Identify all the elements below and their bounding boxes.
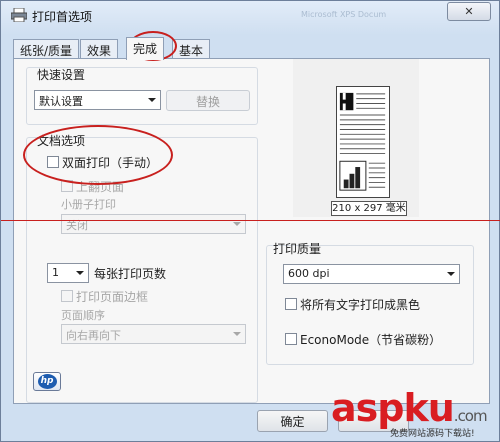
replace-button[interactable]: 替换 [166, 90, 250, 111]
title-bar: 打印首选项 Microsoft XPS Docum ✕ [1, 1, 499, 31]
pages-per-sheet-value: 1 [52, 266, 59, 279]
resolution-value: 600 dpi [288, 267, 330, 280]
site-watermark: aspku.com [331, 386, 488, 430]
annotation-line [1, 220, 500, 221]
watermark-asp: asp [331, 386, 404, 430]
close-button[interactable]: ✕ [447, 2, 491, 21]
quick-settings-title: 快速设置 [37, 68, 86, 82]
finishing-panel: 快速设置 默认设置 替换 文档选项 双面打印（手动） 上翻页面 小册子打印 关闭… [13, 58, 490, 404]
tab-effects[interactable]: 效果 [80, 39, 119, 59]
chevron-down-icon [148, 98, 156, 102]
economode-checkbox[interactable] [285, 333, 297, 345]
window-title: 打印首选项 [32, 10, 93, 24]
watermark-caption: 免费网站源码下载站! [390, 429, 475, 439]
print-preferences-window: 打印首选项 Microsoft XPS Docum ✕ 纸张/质量 效果 完成 … [0, 0, 500, 442]
tab-label: 基本 [179, 44, 204, 58]
watermark-com: .com [453, 407, 488, 425]
paper-size-label: 210 x 297 毫米 [331, 201, 407, 216]
replace-button-label: 替换 [195, 95, 220, 109]
tab-label: 效果 [87, 44, 112, 58]
tab-paper-quality[interactable]: 纸张/质量 [13, 39, 80, 59]
printer-icon [11, 8, 27, 22]
watermark-ku: ku [403, 386, 454, 430]
all-text-black-checkbox[interactable] [285, 298, 297, 310]
tab-basics[interactable]: 基本 [172, 39, 211, 59]
hp-logo: hp [33, 372, 61, 391]
pages-per-sheet-label: 每张打印页数 [94, 267, 167, 281]
print-page-borders-label: 打印页面边框 [76, 290, 149, 304]
page-order-select[interactable]: 向右再向下 [61, 324, 246, 344]
hp-logo-mark: hp [37, 374, 57, 389]
chevron-down-icon [76, 271, 84, 275]
booklet-label: 小册子打印 [61, 198, 116, 211]
pages-per-sheet-select[interactable]: 1 [47, 263, 89, 283]
tab-strip: 纸张/质量 效果 完成 基本 [13, 37, 493, 60]
chevron-down-icon [233, 332, 241, 336]
resolution-select[interactable]: 600 dpi [283, 264, 460, 284]
tab-finishing[interactable]: 完成 [126, 37, 165, 60]
ok-button[interactable]: 确定 [257, 410, 328, 432]
all-text-black-label: 将所有文字打印成黑色 [300, 298, 421, 312]
quick-settings-select[interactable]: 默认设置 [34, 90, 161, 110]
tab-label: 完成 [133, 42, 158, 56]
annotation-circle-duplex [23, 125, 173, 185]
document-preview-icon [336, 86, 390, 198]
print-page-borders-checkbox[interactable] [61, 290, 73, 302]
print-quality-title: 打印质量 [273, 242, 322, 256]
chevron-down-icon [447, 272, 455, 276]
chevron-down-icon [233, 222, 241, 226]
quick-settings-value: 默认设置 [39, 95, 83, 108]
page-preview: 210 x 297 毫米 [293, 59, 419, 217]
background-window-text: Microsoft XPS Docum [301, 10, 387, 19]
economode-label: EconoMode（节省碳粉） [300, 333, 442, 347]
page-order-value: 向右再向下 [66, 329, 121, 342]
tab-label: 纸张/质量 [20, 44, 73, 58]
booklet-select[interactable]: 关闭 [61, 214, 246, 234]
ok-button-label: 确定 [280, 415, 305, 429]
close-icon: ✕ [464, 5, 474, 18]
page-order-label: 页面顺序 [61, 309, 105, 322]
